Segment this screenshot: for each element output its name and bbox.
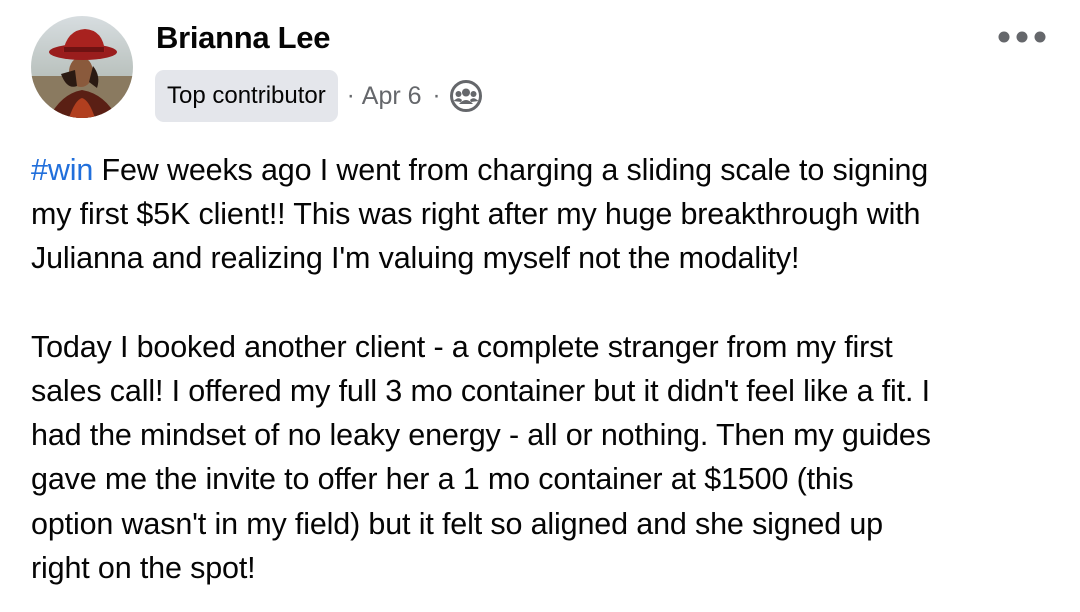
- post-line: Julianna and realizing I'm valuing mysel…: [31, 241, 800, 276]
- post-paragraph-2: Today I booked another client - a comple…: [31, 325, 1061, 590]
- post-line: gave me the invite to offer her a 1 mo c…: [31, 462, 854, 497]
- top-contributor-badge[interactable]: Top contributor: [155, 70, 338, 122]
- meta-separator: ·: [346, 82, 355, 109]
- group-icon: [449, 79, 483, 113]
- more-horizontal-icon: [998, 31, 1046, 43]
- post-line: Few weeks ago I went from charging a sli…: [93, 153, 929, 187]
- post-line: had the mindset of no leaky energy - all…: [31, 418, 931, 453]
- post-card: Brianna Lee Top contributor · Apr 6 · #w…: [0, 0, 1080, 612]
- post-line: Today I booked another client - a comple…: [31, 329, 893, 364]
- meta-separator: ·: [432, 82, 441, 109]
- author-avatar[interactable]: [31, 16, 133, 118]
- post-line: option wasn't in my field) but it felt s…: [31, 506, 883, 541]
- post-body: #win Few weeks ago I went from charging …: [31, 148, 1061, 590]
- post-line: sales call! I offered my full 3 mo conta…: [31, 374, 930, 408]
- post-date[interactable]: Apr 6: [362, 82, 422, 111]
- author-name[interactable]: Brianna Lee: [156, 20, 330, 56]
- hashtag-link[interactable]: #win: [31, 153, 93, 187]
- post-meta: Top contributor · Apr 6 ·: [155, 70, 483, 122]
- avatar-photo: [31, 16, 133, 118]
- more-options-button[interactable]: [992, 20, 1052, 54]
- post-paragraph-1: #win Few weeks ago I went from charging …: [31, 148, 1061, 281]
- post-line: my first $5K client!! This was right aft…: [31, 197, 921, 232]
- post-line: right on the spot!: [31, 550, 256, 585]
